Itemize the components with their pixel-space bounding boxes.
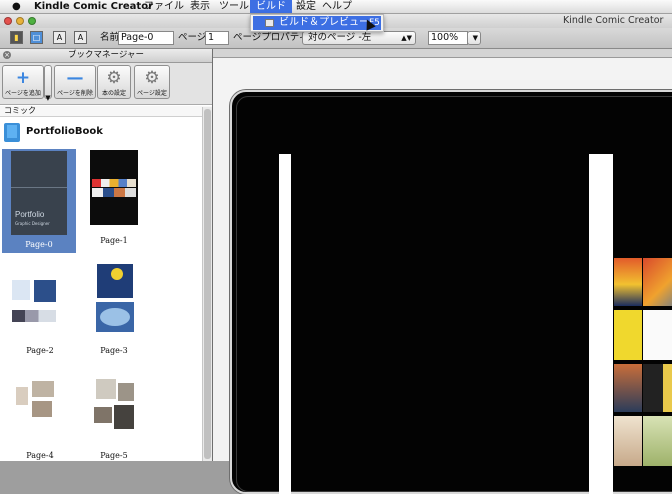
apple-menu-icon[interactable]: ● (12, 0, 21, 13)
scroll-thumb[interactable] (204, 109, 211, 459)
delete-page-button[interactable]: — ページを削除 (54, 65, 96, 99)
page-3-image-top (97, 264, 133, 298)
spread-image-6 (643, 364, 672, 412)
book-settings-label: 本の設定 (101, 90, 126, 97)
menu-settings[interactable]: 設定 (296, 0, 316, 13)
spread-image-8 (643, 416, 672, 466)
page-thumbnail-2[interactable]: Page-2 (2, 254, 78, 355)
name-field[interactable]: Page-0 (118, 31, 174, 45)
page-settings-button[interactable]: ⚙ ページ設定 (134, 65, 170, 99)
add-page-label: ページを追加 (5, 90, 41, 97)
page-left-margin (279, 154, 291, 494)
book-settings-button[interactable]: ⚙ 本の設定 (97, 65, 131, 99)
zoom-field[interactable]: 100% (428, 31, 468, 45)
page-thumbnail-3[interactable]: Page-3 (76, 254, 152, 355)
book-manager-title: ブックマネージャー (68, 50, 144, 60)
name-label: 名前 (100, 32, 120, 43)
page-thumbnail-0[interactable]: Portfolio Graphic Designer Page-0 (2, 149, 76, 253)
comic-header-label: コミック (4, 106, 36, 115)
preview-icon (265, 19, 274, 27)
spread-image-4 (643, 310, 672, 360)
page-3-image-bottom (96, 302, 134, 332)
page-label: Page-2 (26, 346, 54, 355)
spread-image-5 (614, 364, 642, 412)
build-and-preview-label: ビルド＆プレビュー (279, 17, 369, 28)
cover-title: Portfolio (15, 210, 45, 219)
menu-file[interactable]: ファイル (144, 0, 184, 13)
menu-help[interactable]: ヘルプ (322, 0, 352, 13)
delete-page-label: ページを削除 (57, 90, 93, 97)
spread-image-2 (643, 258, 672, 306)
page-gutter (589, 154, 613, 494)
select-arrows-icon: ▲▼ (401, 34, 412, 42)
window-title: Kindle Comic Creator (563, 15, 664, 26)
book-manager-panel: × ブックマネージャー + ページを追加 ▼ — ページを削除 ⚙ 本の設定 ⚙… (0, 49, 213, 461)
page-label: ページ (178, 32, 207, 43)
text-box-icon[interactable]: A (74, 31, 87, 44)
book-name: PortfolioBook (26, 126, 103, 137)
spread-image-1 (614, 258, 642, 306)
text-frame-icon[interactable]: A (53, 31, 66, 44)
page-thumbnail-1[interactable]: Page-1 (76, 149, 152, 249)
zoom-dropdown-button[interactable]: ▼ (467, 31, 481, 45)
page-thumbnail-4[interactable]: Page-4 (2, 359, 78, 460)
menu-bar: ● Kindle Comic Creator ファイル 表示 ツール ビルド 設… (0, 0, 672, 14)
cover-subtitle: Graphic Designer (15, 221, 50, 226)
close-window-button[interactable] (4, 17, 12, 25)
page-label: Page-0 (25, 240, 53, 249)
page-thumbnail-5[interactable]: Page-5 (76, 359, 152, 460)
page-label: Page-1 (100, 236, 128, 245)
book-icon (4, 123, 20, 142)
page-number-field[interactable]: 1 (205, 31, 229, 45)
minimize-window-button[interactable] (16, 17, 24, 25)
build-and-preview-menu-item[interactable]: ビルド＆プレビュー F5 (253, 16, 381, 30)
add-page-menu-button[interactable]: ▼ (44, 65, 52, 102)
device-preview-frame (230, 90, 672, 494)
spread-image-7 (614, 416, 642, 466)
page-5-image (90, 375, 136, 437)
add-page-button[interactable]: + ページを追加 (2, 65, 44, 99)
book-manager-toolbar: + ページを追加 ▼ — ページを削除 ⚙ 本の設定 ⚙ ページ設定 (0, 63, 212, 105)
page-1-image (90, 150, 138, 225)
panel-view-icon[interactable]: ▮ (10, 31, 23, 44)
menu-view[interactable]: 表示 (190, 0, 210, 13)
page-property-value: 対のページ -左 (308, 32, 372, 43)
book-node[interactable]: PortfolioBook (4, 123, 194, 143)
page-label: Page-3 (100, 346, 128, 355)
page-4-image (14, 371, 58, 437)
book-manager-header: × ブックマネージャー (0, 49, 212, 63)
sidebar-scrollbar[interactable] (202, 107, 212, 461)
page-settings-label: ページ設定 (137, 90, 167, 97)
canvas-background (213, 58, 672, 494)
folder-icon[interactable]: □ (30, 31, 43, 44)
gear-icon: ⚙ (144, 68, 160, 88)
page-2-image (10, 262, 58, 334)
page-label: Page-4 (26, 451, 54, 460)
chevron-down-icon: ▼ (45, 94, 51, 102)
plus-icon: + (15, 68, 31, 88)
spread-image-3 (614, 310, 642, 360)
page-label: Page-5 (100, 451, 128, 460)
tree-column-header: コミック (0, 106, 212, 117)
menu-tools[interactable]: ツール (219, 0, 249, 13)
zoom-window-button[interactable] (28, 17, 36, 25)
page-property-select[interactable]: 対のページ -左 ▲▼ (302, 31, 416, 45)
app-menu[interactable]: Kindle Comic Creator (34, 0, 153, 13)
page-0-cover: Portfolio Graphic Designer (11, 151, 67, 235)
ruler (213, 49, 672, 58)
menu-build[interactable]: ビルド (250, 0, 292, 13)
editor-canvas-area (213, 49, 672, 494)
gear-icon: ⚙ (106, 68, 122, 88)
minus-icon: — (66, 68, 84, 88)
chevron-down-icon: ▼ (472, 34, 478, 42)
